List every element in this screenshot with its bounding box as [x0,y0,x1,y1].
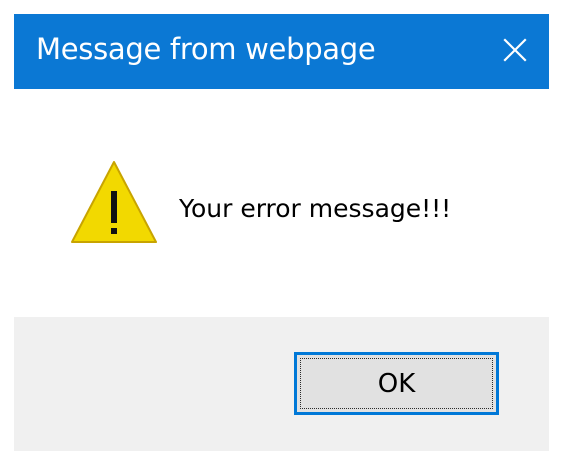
dialog-message: Your error message!!! [179,194,452,223]
close-icon [503,37,527,66]
ok-button-label: OK [377,368,416,399]
message-dialog: Message from webpage Your error message!… [14,14,549,451]
close-button[interactable] [481,14,549,89]
dialog-content: Your error message!!! [14,89,549,317]
ok-button[interactable]: OK [294,352,499,415]
dialog-titlebar: Message from webpage [14,14,549,89]
dialog-title: Message from webpage [36,32,376,66]
dialog-footer: OK [14,317,549,451]
warning-icon [70,158,158,246]
page: Message from webpage Your error message!… [0,0,571,464]
